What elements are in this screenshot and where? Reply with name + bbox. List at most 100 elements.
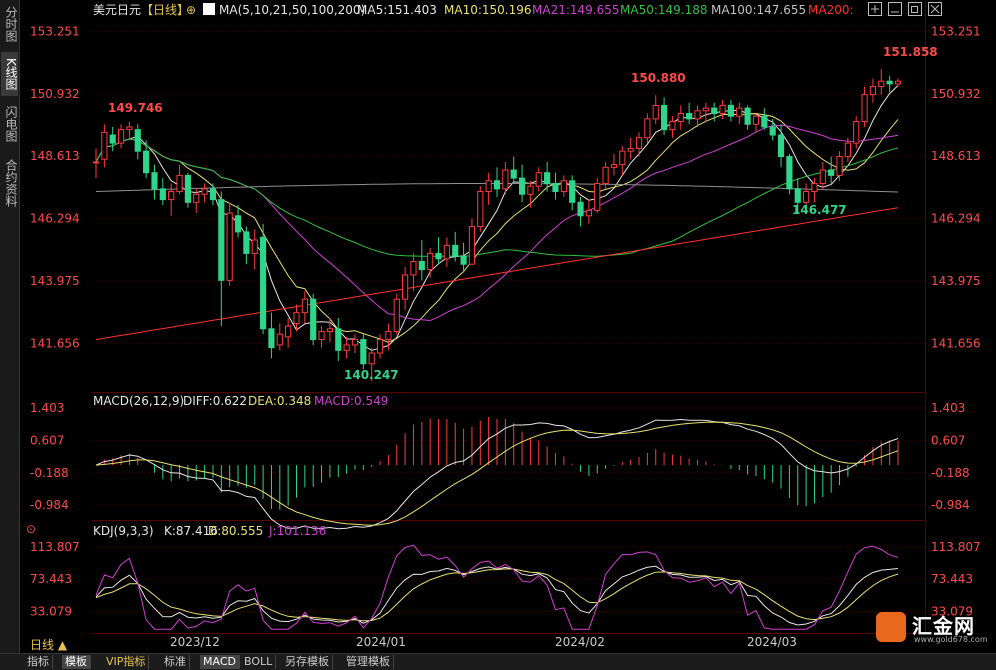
kdj-d: D:80.555 [208, 524, 263, 538]
period-label: 【日线】 [141, 3, 189, 17]
candle-body [193, 193, 200, 203]
kdj-toggle-icon[interactable]: ⊙ [26, 522, 36, 536]
candle-body [351, 339, 359, 346]
macd-axis: 1.403 1.403 0.607 0.607 -0.188 -0.188 -0.984 -0… [30, 401, 970, 512]
candle [585, 199, 592, 224]
candle [376, 334, 384, 359]
candle [285, 318, 292, 348]
price-tick-right: 141.656 [931, 336, 981, 350]
kdj-legend: ⊙ KDJ(9,3,3) K:87.416 D:80.555 J:101.136 [26, 522, 326, 538]
restore-icon[interactable] [908, 2, 922, 16]
candle-body [201, 188, 208, 195]
macd-grid [92, 407, 925, 506]
kdj-grid [92, 546, 925, 613]
ma-title: MA(5,10,21,50,100,200) [219, 3, 365, 17]
tab-macd[interactable]: MACD [200, 655, 240, 669]
candle-body [727, 104, 735, 117]
candle-body [143, 150, 150, 174]
chart-canvas[interactable]: 美元日元 【日线】 ⊕ MA(5,10,21,50,100,200) MA5:1… [0, 0, 996, 653]
candle [761, 108, 768, 130]
candle [268, 312, 275, 359]
panel-frames [92, 0, 926, 634]
candle [819, 161, 826, 189]
candle [544, 161, 551, 192]
tab-manage-templates[interactable]: 管理模板 [343, 655, 394, 669]
kdj-tick-left: 33.079 [30, 605, 72, 619]
candle-body [836, 156, 843, 176]
candle-body [109, 134, 116, 144]
price-tick-right: 150.932 [931, 87, 981, 101]
candle [869, 78, 877, 103]
candle [669, 116, 676, 138]
tab-standard[interactable]: 标准 [161, 655, 190, 669]
candle [644, 113, 651, 144]
annotation-mid-low: 146.477 [792, 203, 847, 217]
candle [752, 113, 760, 133]
candle-body [184, 174, 191, 203]
candle-body [610, 164, 618, 168]
candle-body [368, 352, 375, 365]
candle [769, 118, 776, 141]
candle-body [318, 330, 325, 341]
candle [117, 124, 125, 149]
price-tick-right: 153.251 [931, 24, 981, 38]
candle-body [468, 226, 476, 265]
settings-gear-icon[interactable]: ⊕ [186, 3, 196, 17]
tab-boll[interactable]: BOLL [241, 655, 277, 669]
tab-templates[interactable]: 模板 [62, 655, 91, 669]
candle [635, 132, 643, 157]
candle-body [652, 104, 659, 120]
candle [468, 218, 476, 265]
candle-body [711, 107, 718, 114]
macd-title: MACD(26,12,9) [93, 394, 184, 408]
period-switch[interactable]: 日线 ▲ [30, 636, 67, 653]
ma10-value: MA10:150.196 [444, 3, 532, 17]
price-tick-left: 143.975 [30, 274, 80, 288]
kdj-tick-right: 73.443 [931, 572, 973, 586]
candle [343, 336, 350, 359]
candle-body [168, 191, 175, 201]
macd-tick-right: 0.607 [931, 433, 965, 447]
candle-body [293, 312, 300, 324]
candle [836, 151, 843, 181]
kdj-title: KDJ(9,3,3) [93, 524, 154, 538]
logo-mark-icon [876, 612, 906, 642]
macd-value: MACD:0.549 [314, 394, 388, 408]
candle [259, 223, 267, 335]
candle-body [268, 328, 275, 349]
candle-body [594, 182, 601, 211]
candle-body [769, 126, 776, 136]
candle-body [460, 255, 467, 265]
candle-body [527, 185, 534, 195]
tab-save-template[interactable]: 另存模板 [282, 655, 333, 669]
price-tick-left: 146.294 [30, 212, 80, 226]
candle [176, 164, 183, 195]
candle-body [301, 298, 308, 314]
restore-glyph [911, 6, 918, 13]
minimize-icon[interactable] [888, 2, 902, 16]
x-label-2024-02: 2024/02 [555, 635, 605, 649]
candle [410, 253, 417, 292]
candle-body [176, 174, 183, 193]
candle-body [894, 80, 902, 85]
move-icon-glyph [871, 5, 879, 13]
close-glyph [930, 4, 940, 14]
candle [360, 334, 367, 370]
candle [310, 293, 317, 345]
macd-tick-right: 1.403 [931, 401, 965, 415]
candle-body [777, 134, 785, 158]
candle-body [226, 212, 233, 281]
ma200-line [95, 207, 899, 341]
candle [243, 226, 250, 265]
tab-indicators[interactable]: 指标 [24, 655, 53, 669]
candle [126, 121, 133, 141]
candle-body [560, 180, 567, 193]
ma-selector-icon[interactable] [203, 3, 215, 15]
candle [159, 178, 166, 205]
candle-body [251, 239, 258, 254]
candle-body [485, 180, 492, 193]
candle-body [343, 344, 350, 351]
candle-body [544, 172, 551, 184]
candle-body [493, 180, 501, 190]
tab-vip-indicators[interactable]: VIP指标 [103, 655, 150, 669]
